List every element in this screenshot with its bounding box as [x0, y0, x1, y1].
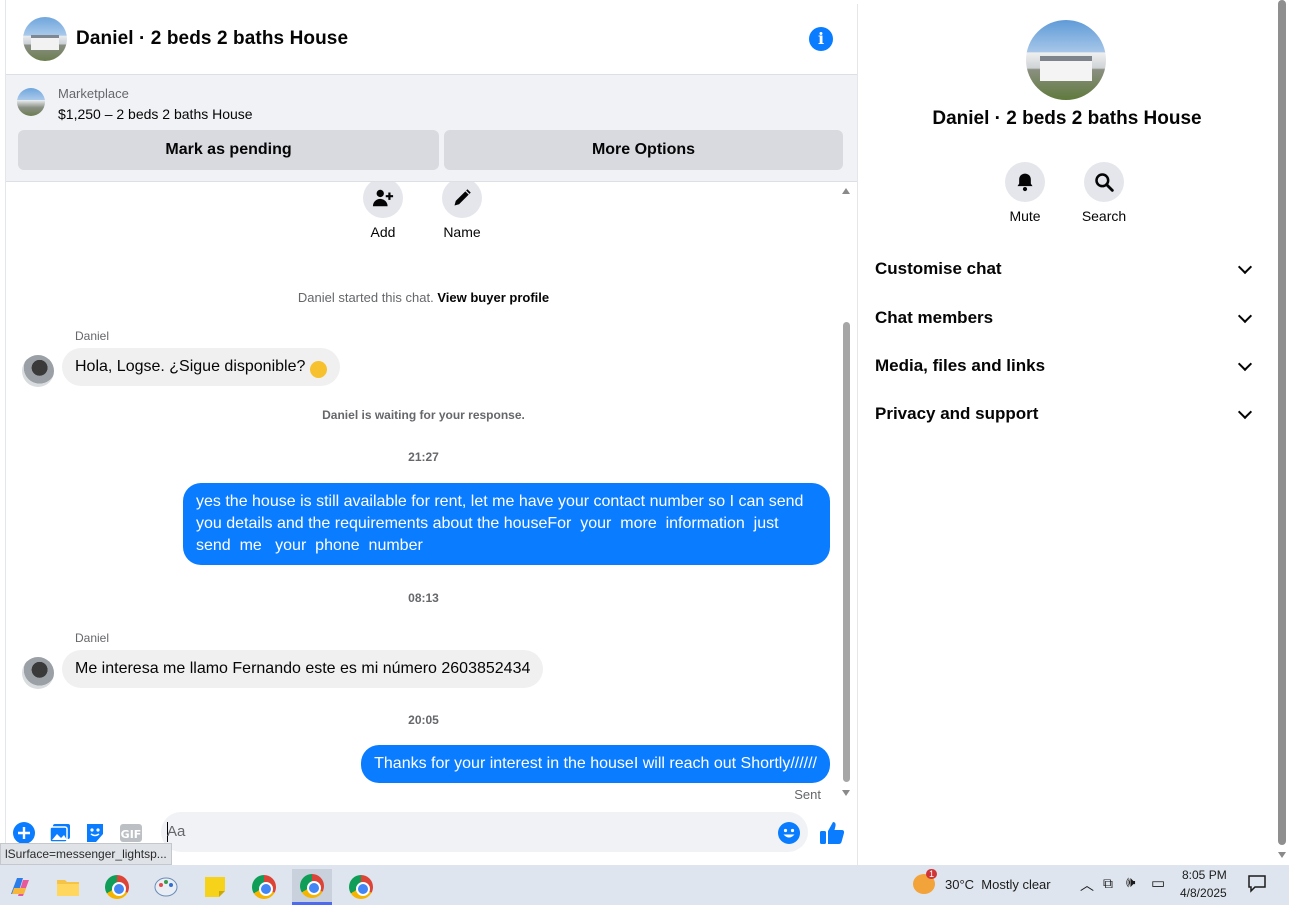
svg-text:GIF: GIF [121, 828, 142, 841]
chat-started-text: Daniel started this chat. [297, 290, 434, 305]
add-label: Add [370, 224, 396, 240]
gif-icon[interactable]: GIF [119, 822, 143, 844]
marketplace-bar: Marketplace $1,250 – 2 beds 2 baths Hous… [6, 75, 857, 182]
timestamp: 20:05 [408, 713, 439, 727]
section-label: Media, files and links [875, 356, 1046, 375]
bell-icon [1005, 162, 1045, 202]
message-scrollbar[interactable] [841, 182, 851, 804]
taskbar: 1 30°C Mostly clear ︿ ⧉ 🕪 ▭ 8:05 PM 4/8/… [0, 865, 1289, 905]
section-label: Customise chat [875, 259, 1002, 278]
add-person-icon [363, 182, 403, 218]
search-label: Search [1081, 208, 1127, 224]
avatar[interactable] [22, 355, 54, 387]
photo-icon[interactable] [49, 822, 71, 844]
notification-icon[interactable] [1247, 873, 1267, 896]
meet-icon[interactable]: ⧉ [1103, 875, 1113, 892]
section-customise-chat[interactable]: Customise chat [875, 249, 1258, 289]
chat-photo[interactable] [1026, 20, 1106, 100]
clock-date[interactable]: 4/8/2025 [1180, 886, 1227, 900]
chat-avatar[interactable] [23, 17, 67, 61]
chrome-profile-2-icon[interactable] [341, 869, 381, 905]
chevron-down-icon [1237, 356, 1253, 371]
listing-thumbnail[interactable] [17, 88, 45, 116]
scroll-down-arrow-icon[interactable] [842, 790, 850, 796]
scrollbar-thumb[interactable] [843, 322, 850, 782]
volume-icon[interactable]: 🕪 [1126, 874, 1135, 891]
message-text: yes the house is still available for ren… [196, 493, 808, 554]
page-scrollbar[interactable] [1275, 0, 1289, 865]
details-title: Daniel · 2 beds 2 baths House [932, 108, 1202, 129]
chevron-down-icon [1237, 259, 1253, 274]
section-media-files-links[interactable]: Media, files and links [875, 346, 1258, 386]
thumbs-up-icon[interactable] [819, 820, 845, 846]
message-list[interactable]: Add Name Daniel started this chat. View … [6, 182, 857, 804]
message-text: Me interesa me llamo Fernando este es mi… [75, 660, 531, 677]
scroll-up-arrow-icon[interactable] [842, 188, 850, 194]
more-options-button[interactable]: More Options [444, 130, 843, 170]
copilot-icon[interactable] [0, 869, 40, 905]
mute-button[interactable]: Mute [995, 162, 1055, 224]
chat-header: Daniel · 2 beds 2 baths House i [6, 4, 857, 75]
section-label: Chat members [875, 308, 994, 327]
name-action[interactable]: Name [442, 182, 482, 240]
timestamp: 21:27 [408, 450, 439, 464]
chrome-work-icon[interactable] [244, 869, 284, 905]
details-panel: Daniel · 2 beds 2 baths House Mute Searc… [857, 4, 1275, 865]
marketplace-label: Marketplace [58, 86, 129, 101]
view-buyer-profile-link[interactable]: View buyer profile [437, 290, 549, 305]
chat-title[interactable]: Daniel · 2 beds 2 baths House [76, 28, 348, 50]
pencil-icon [442, 182, 482, 218]
message-bubble-outgoing[interactable]: yes the house is still available for ren… [183, 483, 830, 565]
paint-icon[interactable] [146, 869, 186, 905]
chrome-active-icon[interactable] [292, 869, 332, 905]
screen: Daniel · 2 beds 2 baths House i Marketpl… [0, 0, 1289, 905]
file-explorer-icon[interactable] [48, 869, 88, 905]
sticker-icon[interactable] [84, 822, 106, 844]
status-url-tooltip: lSurface=messenger_lightsp... [0, 843, 172, 865]
chevron-down-icon [1237, 404, 1253, 419]
chevron-down-icon [1237, 308, 1253, 323]
page-scrollbar-thumb[interactable] [1278, 0, 1286, 845]
waiting-notice: Daniel is waiting for your response. [322, 408, 525, 422]
chat-started-notice: Daniel started this chat. View buyer pro… [6, 290, 841, 305]
chrome-profile-icon[interactable] [97, 869, 137, 905]
weather-text[interactable]: 30°C Mostly clear [945, 877, 1051, 892]
sent-status: Sent [794, 787, 821, 802]
message-bubble-incoming[interactable]: Hola, Logse. ¿Sigue disponible? [62, 348, 341, 386]
section-label: Privacy and support [875, 404, 1039, 423]
avatar[interactable] [22, 657, 54, 689]
timestamp: 08:13 [408, 591, 439, 605]
info-icon[interactable]: i [809, 27, 833, 51]
sender-name: Daniel [75, 631, 110, 645]
message-text: Thanks for your interest in the houseI w… [374, 755, 817, 772]
message-text: Hola, Logse. ¿Sigue disponible? [75, 358, 306, 375]
message-input[interactable]: Aa [161, 812, 808, 852]
chat-panel: Daniel · 2 beds 2 baths House i Marketpl… [6, 4, 857, 865]
search-button[interactable]: Search [1074, 162, 1134, 224]
section-chat-members[interactable]: Chat members [875, 298, 1258, 338]
clock-time[interactable]: 8:05 PM [1182, 868, 1227, 882]
network-icon[interactable]: ▭ [1151, 874, 1165, 892]
add-action[interactable]: Add [363, 182, 403, 240]
page-scroll-down-icon[interactable] [1278, 852, 1286, 858]
search-icon [1084, 162, 1124, 202]
weather-badge: 1 [926, 869, 938, 879]
message-input-placeholder: Aa [167, 823, 186, 840]
mute-label: Mute [1009, 208, 1041, 224]
sticky-notes-icon[interactable] [195, 869, 235, 905]
section-privacy-support[interactable]: Privacy and support [875, 394, 1258, 434]
emoji-icon[interactable] [778, 822, 800, 844]
name-label: Name [443, 224, 481, 240]
mark-pending-button[interactable]: Mark as pending [18, 130, 439, 170]
sender-name: Daniel [75, 329, 110, 343]
message-bubble-outgoing[interactable]: Thanks for your interest in the houseI w… [361, 745, 830, 783]
show-hidden-icons-chevron-up-icon[interactable]: ︿ [1080, 875, 1094, 895]
message-bubble-incoming[interactable]: Me interesa me llamo Fernando este es mi… [62, 650, 544, 688]
listing-title[interactable]: $1,250 – 2 beds 2 baths House [58, 106, 253, 122]
smiley-emoji-icon [310, 360, 328, 378]
plus-icon[interactable] [13, 822, 35, 844]
